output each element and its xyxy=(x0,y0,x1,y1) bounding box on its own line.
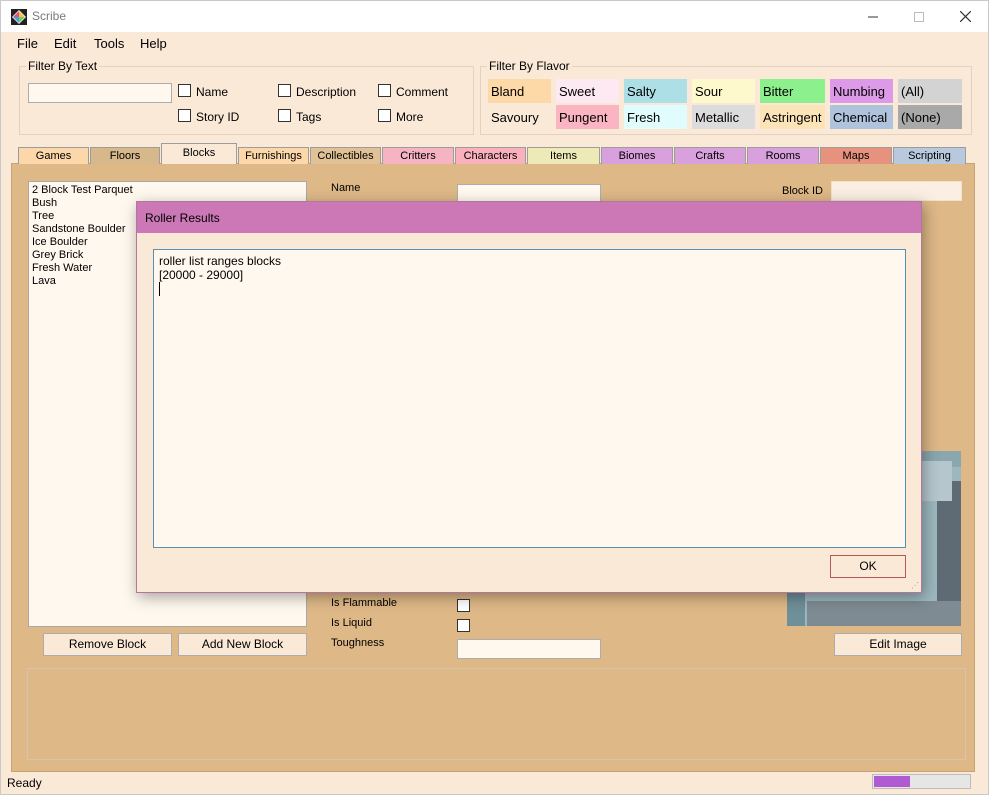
description-panel xyxy=(27,668,966,760)
list-item[interactable]: 2 Block Test Parquet xyxy=(29,184,306,197)
flavor-button-salty[interactable]: Salty xyxy=(624,79,687,103)
more-checkbox-label: More xyxy=(396,110,424,124)
menu-bar: File Edit Tools Help xyxy=(1,32,988,54)
results-line-1: roller list ranges blocks xyxy=(159,254,282,268)
block-id-field[interactable] xyxy=(831,181,962,201)
flavor-button-chemical[interactable]: Chemical xyxy=(830,105,893,129)
toughness-label: Toughness xyxy=(331,637,385,649)
tab-critters[interactable]: Critters xyxy=(382,147,454,164)
menu-edit[interactable]: Edit xyxy=(54,36,76,51)
tab-blocks[interactable]: Blocks xyxy=(161,143,237,164)
flavor-button-astringent[interactable]: Astringent xyxy=(760,105,825,129)
title-bar: Scribe xyxy=(1,1,988,32)
app-logo-icon xyxy=(11,9,27,25)
text-caret xyxy=(159,282,160,296)
story-id-checkbox[interactable] xyxy=(178,109,191,122)
main-window: Scribe File Edit Tools Help Filter By Te… xyxy=(0,0,989,795)
is-flammable-checkbox[interactable] xyxy=(457,599,470,612)
tags-checkbox[interactable] xyxy=(278,109,291,122)
flavor-button-numbing[interactable]: Numbing xyxy=(830,79,893,103)
menu-tools[interactable]: Tools xyxy=(94,36,124,51)
minimize-icon xyxy=(868,16,878,17)
name-checkbox-label: Name xyxy=(196,85,229,99)
close-window-button[interactable] xyxy=(942,1,988,32)
tab-furnishings[interactable]: Furnishings xyxy=(238,147,309,164)
results-line-2: [20000 - 29000] xyxy=(159,268,244,282)
add-new-block-button[interactable]: Add New Block xyxy=(178,633,307,656)
tags-checkbox-label: Tags xyxy=(296,110,322,124)
dialog-title: Roller Results xyxy=(145,211,220,225)
menu-help[interactable]: Help xyxy=(140,36,167,51)
tab-floors[interactable]: Floors xyxy=(90,147,160,164)
story-id-checkbox-label: Story ID xyxy=(196,110,240,124)
menu-file[interactable]: File xyxy=(17,36,38,51)
edit-image-button[interactable]: Edit Image xyxy=(834,633,962,656)
flavor-button-fresh[interactable]: Fresh xyxy=(624,105,687,129)
block-id-label: Block ID xyxy=(782,185,823,197)
roller-results-dialog: Roller Results roller list ranges blocks… xyxy=(136,201,922,593)
tab-scripting[interactable]: Scripting xyxy=(893,147,966,164)
is-liquid-label: Is Liquid xyxy=(331,617,372,629)
filter-by-flavor-label: Filter By Flavor xyxy=(487,59,572,73)
flavor-button-all[interactable]: (All) xyxy=(898,79,962,103)
progress-fill xyxy=(874,776,910,787)
flavor-button-metallic[interactable]: Metallic xyxy=(692,105,755,129)
progress-bar xyxy=(872,774,971,789)
tab-games[interactable]: Games xyxy=(18,147,89,164)
tab-crafts[interactable]: Crafts xyxy=(674,147,746,164)
is-flammable-label: Is Flammable xyxy=(331,597,398,609)
toughness-field[interactable] xyxy=(457,639,601,659)
remove-block-button[interactable]: Remove Block xyxy=(43,633,172,656)
status-text: Ready xyxy=(7,776,42,790)
status-bar: Ready xyxy=(1,772,988,794)
maximize-icon xyxy=(914,11,924,22)
comment-checkbox-label: Comment xyxy=(396,85,449,99)
flavor-button-bitter[interactable]: Bitter xyxy=(760,79,825,103)
filter-text-input[interactable] xyxy=(28,83,172,103)
flavor-button-pungent[interactable]: Pungent xyxy=(556,105,619,129)
maximize-button[interactable] xyxy=(896,1,942,32)
ok-button[interactable]: OK xyxy=(830,555,906,578)
resize-grip-icon[interactable]: ⋰ xyxy=(911,581,919,590)
flavor-button-sour[interactable]: Sour xyxy=(692,79,755,103)
tab-characters[interactable]: Characters xyxy=(455,147,526,164)
tab-rooms[interactable]: Rooms xyxy=(747,147,819,164)
name-checkbox[interactable] xyxy=(178,84,191,97)
flavor-button-none[interactable]: (None) xyxy=(898,105,962,129)
tab-collectibles[interactable]: Collectibles xyxy=(310,147,381,164)
close-icon xyxy=(959,11,971,22)
flavor-button-sweet[interactable]: Sweet xyxy=(556,79,619,103)
description-checkbox-label: Description xyxy=(296,85,357,99)
dialog-title-bar: Roller Results xyxy=(137,202,921,233)
results-textbox[interactable]: roller list ranges blocks [20000 - 29000… xyxy=(153,249,906,548)
minimize-button[interactable] xyxy=(850,1,896,32)
filter-by-text-label: Filter By Text xyxy=(26,59,100,73)
name-label: Name xyxy=(331,182,361,194)
description-checkbox[interactable] xyxy=(278,84,291,97)
window-title: Scribe xyxy=(32,9,67,23)
is-liquid-checkbox[interactable] xyxy=(457,619,470,632)
tab-maps[interactable]: Maps xyxy=(820,147,892,164)
more-checkbox[interactable] xyxy=(378,109,391,122)
flavor-button-savoury[interactable]: Savoury xyxy=(488,105,551,129)
tab-biomes[interactable]: Biomes xyxy=(601,147,673,164)
tab-items[interactable]: Items xyxy=(527,147,600,164)
comment-checkbox[interactable] xyxy=(378,84,391,97)
flavor-button-bland[interactable]: Bland xyxy=(488,79,551,103)
